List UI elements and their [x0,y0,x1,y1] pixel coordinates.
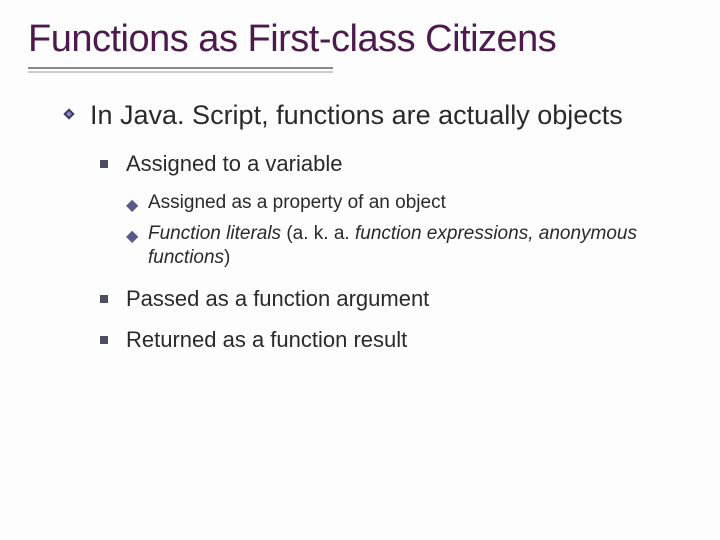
square-icon [100,295,108,303]
square-icon [100,160,108,168]
bullet-text: Function literals (a. k. a. function exp… [148,223,637,269]
triangle-icon: ◆ [126,227,138,248]
square-icon [100,336,108,344]
bullet-text: Assigned as a property of an object [148,192,446,213]
slide: Functions as First-class Citizens In Jav… [0,0,720,386]
bullet-text: Returned as a function result [126,327,407,352]
triangle-icon: ◆ [126,196,138,217]
bullet-level1: In Java. Script, functions are actually … [62,99,692,133]
bullet-text: Passed as a function argument [126,286,429,311]
bullet-level2: Passed as a function argument [100,285,692,314]
diamond-icon [62,107,76,121]
bullet-level2: Assigned to a variable [100,150,692,179]
title-underline [28,67,333,69]
bullet-level2: Returned as a function result [100,326,692,355]
bullet-level3: ◆ Function literals (a. k. a. function e… [126,222,692,271]
slide-title: Functions as First-class Citizens [28,18,692,61]
bullet-level3: ◆ Assigned as a property of an object [126,191,692,216]
bullet-text: In Java. Script, functions are actually … [90,100,623,130]
bullet-text: Assigned to a variable [126,151,342,176]
sublist: Assigned to a variable ◆ Assigned as a p… [100,150,692,354]
slide-content: In Java. Script, functions are actually … [28,99,692,355]
